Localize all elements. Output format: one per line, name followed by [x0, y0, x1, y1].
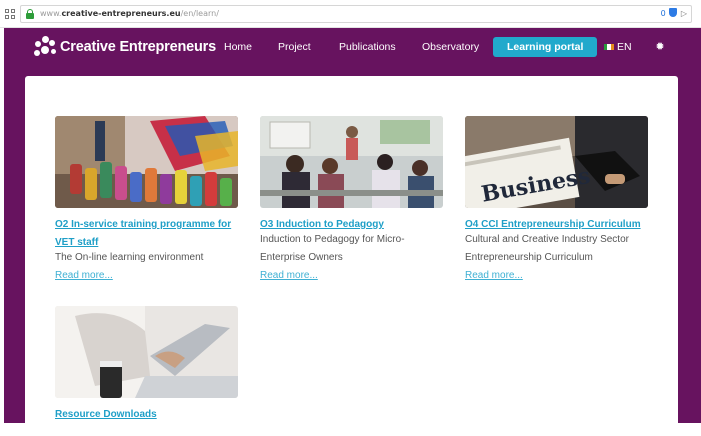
laptop-coffee-image[interactable]	[55, 306, 238, 398]
content-card: O2 In-service training programme for VET…	[25, 76, 678, 436]
classroom-image[interactable]	[260, 116, 443, 208]
item-description: Cultural and Creative Industry Sector En…	[465, 234, 629, 263]
browser-address-bar: www.creative-entrepreneurs.eu/en/learn/ …	[0, 0, 701, 28]
nav-home[interactable]: Home	[224, 40, 252, 54]
forward-arrow-icon[interactable]: ▷	[681, 9, 687, 18]
spray-paint-image[interactable]	[55, 116, 238, 208]
flag-icon	[604, 44, 614, 50]
item-title-link[interactable]: O2 In-service training programme for VET…	[55, 216, 245, 252]
lock-icon	[26, 9, 34, 19]
read-more-link[interactable]: Read more...	[55, 269, 113, 283]
apps-grid-icon[interactable]	[5, 9, 15, 19]
logo-dots-icon	[34, 36, 60, 58]
shield-icon[interactable]	[669, 8, 678, 17]
logo-text: Creative Entrepreneurs	[60, 39, 216, 55]
business-newspaper-image[interactable]: Business	[465, 116, 648, 208]
site-background: Creative Entrepreneurs Home Project Publ…	[4, 28, 701, 436]
nav-observatory[interactable]: Observatory	[422, 40, 479, 54]
read-more-link[interactable]: Read more...	[260, 269, 318, 283]
read-more-link[interactable]: Read more...	[465, 269, 523, 283]
extension-icons[interactable]: 0 ▷	[661, 8, 687, 20]
nav-learning-portal[interactable]: Learning portal	[493, 37, 598, 57]
nav-publications[interactable]: Publications	[339, 40, 396, 54]
extension-badge-count: 0	[660, 9, 666, 18]
url-text[interactable]: www.creative-entrepreneurs.eu/en/learn/	[40, 8, 219, 20]
nav-project[interactable]: Project	[278, 40, 311, 54]
url-field[interactable]: www.creative-entrepreneurs.eu/en/learn/ …	[20, 5, 692, 23]
main-navigation: Creative Entrepreneurs Home Project Publ…	[4, 28, 701, 68]
item-title-link[interactable]: Resource Downloads	[55, 406, 245, 424]
item-description: Induction to Pedagogy for Micro- Enterpr…	[260, 234, 405, 263]
language-label: EN	[617, 41, 632, 53]
gear-icon[interactable]: ✹	[654, 40, 666, 54]
item-description: The On-line learning environment	[55, 252, 204, 263]
language-selector[interactable]: EN	[604, 40, 632, 54]
site-logo[interactable]: Creative Entrepreneurs	[34, 36, 216, 58]
